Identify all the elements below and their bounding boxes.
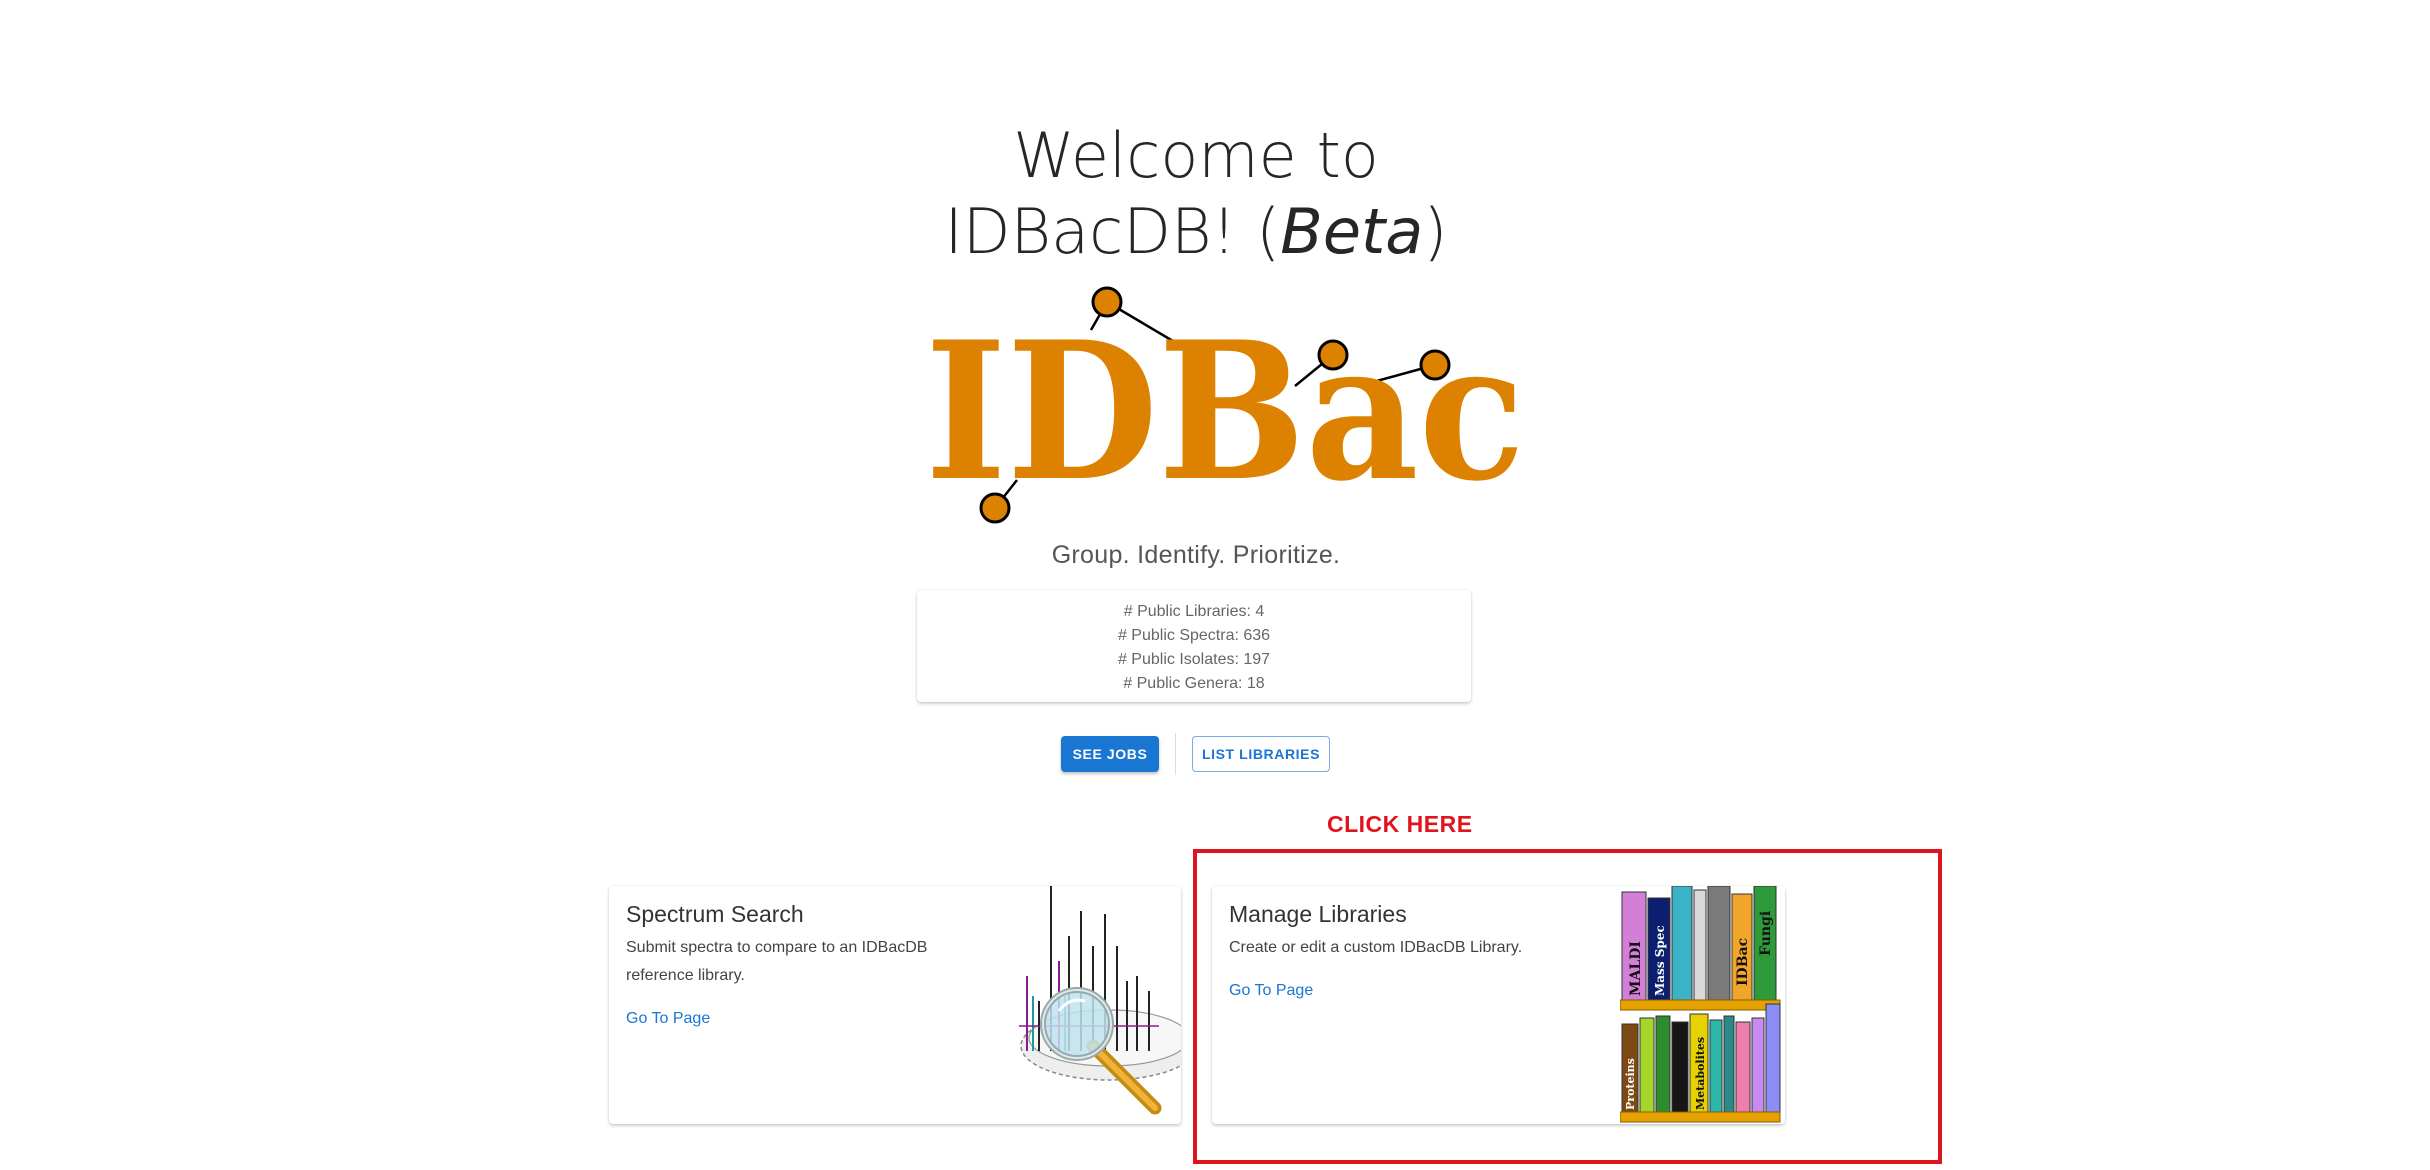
public-stats-card: # Public Libraries: 4 # Public Spectra: … — [917, 590, 1471, 702]
manage-libraries-card[interactable]: Manage Libraries Create or edit a custom… — [1212, 886, 1785, 1124]
spectrum-search-desc-line-1: Submit spectra to compare to an IDBacDB — [626, 939, 928, 956]
spectrum-search-go-link[interactable]: Go To Page — [626, 1010, 710, 1028]
book-label-proteins: Proteins — [1624, 1058, 1637, 1110]
welcome-line-1: Welcome to — [1013, 119, 1379, 192]
manage-libraries-title: Manage Libraries — [1229, 901, 1407, 927]
manage-libraries-description: Create or edit a custom IDBacDB Library. — [1229, 939, 1523, 956]
manage-libraries-go-link[interactable]: Go To Page — [1229, 982, 1313, 1000]
button-divider — [1175, 733, 1176, 775]
see-jobs-button[interactable]: SEE JOBS — [1061, 736, 1159, 772]
spectrum-search-title: Spectrum Search — [626, 901, 804, 927]
book-label-fungi: Fungi — [1758, 911, 1774, 956]
bookshelf-icon: MALDI Mass Spec IDBac Fungi Proteins Met… — [1620, 886, 1781, 1123]
stat-public-isolates: # Public Isolates: 197 — [1117, 651, 1271, 668]
beta-text: Beta — [1280, 195, 1424, 268]
list-libraries-button[interactable]: LIST LIBRARIES — [1192, 736, 1330, 772]
spectrum-search-card[interactable]: Spectrum Search Submit spectra to compar… — [609, 886, 1181, 1124]
book-label-idbac: IDBac — [1735, 938, 1751, 986]
welcome-line-2-prefix: IDBacDB! ( — [944, 195, 1281, 268]
welcome-line-2: IDBacDB! (Beta) — [0, 194, 2392, 270]
idbac-logo: IDBac — [925, 286, 1525, 524]
welcome-line-2-suffix: ) — [1423, 195, 1448, 268]
welcome-title: Welcome to IDBacDB! (Beta) — [0, 118, 2392, 270]
stat-public-genera: # Public Genera: 18 — [1123, 675, 1265, 692]
spectrum-search-desc-line-2: reference library. — [626, 967, 745, 984]
click-here-annotation: CLICK HERE — [1327, 811, 1473, 837]
stat-public-libraries: # Public Libraries: 4 — [1123, 603, 1265, 620]
book-label-metabolites: Metabolites — [1694, 1037, 1707, 1110]
spectrum-search-description: Submit spectra to compare to an IDBacDB … — [626, 934, 927, 990]
stat-public-spectra: # Public Spectra: 636 — [1117, 627, 1271, 644]
tagline: Group. Identify. Prioritize. — [1051, 541, 1341, 569]
book-label-maldi: MALDI — [1628, 941, 1644, 996]
book-label-mass-spec: Mass Spec — [1653, 925, 1667, 996]
magnifier-over-spectrum-icon — [1019, 886, 1181, 1115]
logo-text: IDBac — [925, 300, 1525, 523]
